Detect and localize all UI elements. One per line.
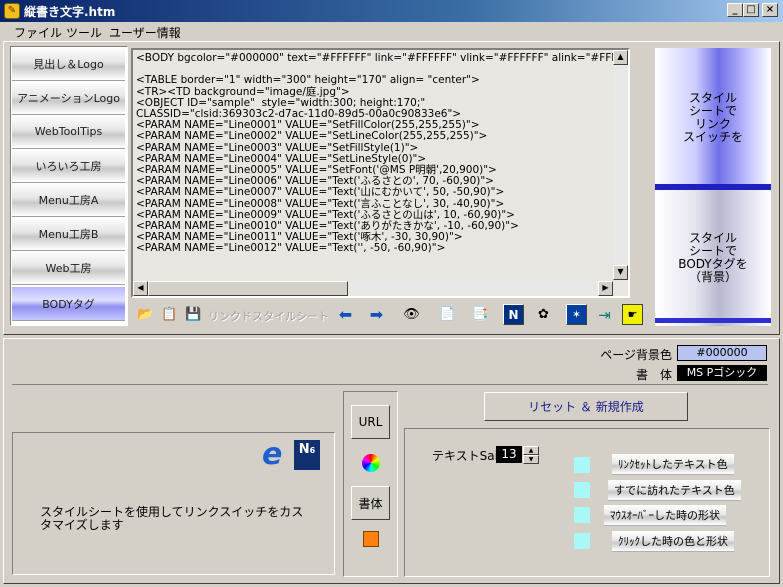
nav-item-body-tag[interactable]: BODYタグ <box>12 287 125 321</box>
active-style-swatch[interactable] <box>574 533 590 549</box>
text-size-value[interactable]: 13 <box>496 446 522 463</box>
linked-stylesheet-label: リンクドスタイルシート <box>208 310 329 323</box>
nav-item-web[interactable]: Web工房 <box>12 251 125 285</box>
nav-item-animation-logo[interactable]: アニメーションLogo <box>12 81 125 115</box>
app-icon: ✎ <box>4 3 20 19</box>
maximize-button[interactable]: □ <box>743 3 759 17</box>
open-folder-icon[interactable]: 📂 <box>135 304 156 325</box>
paste-icon[interactable]: 📋 <box>159 304 180 325</box>
code-text[interactable]: <BODY bgcolor="#000000" text="#FFFFFF" l… <box>136 52 628 255</box>
document-icon[interactable]: 📄 <box>437 304 458 325</box>
horizontal-scroll-thumb[interactable] <box>148 281 348 296</box>
scroll-left-button[interactable]: ◀ <box>133 281 148 296</box>
style-link-switch-button[interactable]: スタイル シートで リンク スイッチを <box>655 48 771 188</box>
nav-item-iroiro[interactable]: いろいろ工房 <box>12 149 125 183</box>
copy-icon[interactable]: 📑 <box>470 304 491 325</box>
hover-style-swatch[interactable] <box>574 507 590 523</box>
netscape-icon[interactable]: N <box>503 304 524 325</box>
code-line[interactable]: <PARAM NAME="Line0007" VALUE="Text('山にむか… <box>136 187 626 198</box>
code-line[interactable]: <BODY bgcolor="#000000" text="#FFFFFF" l… <box>136 52 628 64</box>
page-bg-value[interactable]: #000000 <box>677 345 767 361</box>
page-bg-label: ページ背景色 <box>600 348 672 362</box>
code-line[interactable]: <PARAM NAME="Line0012" VALUE="Text('', -… <box>136 243 626 254</box>
style-body-tag-button[interactable]: スタイル シートで BODYタグを （背景） <box>655 190 771 326</box>
orange-square-icon[interactable] <box>351 522 390 556</box>
save-icon[interactable]: 💾 <box>183 304 204 325</box>
nav-item-heading-logo[interactable]: 見出し＆Logo <box>12 47 125 81</box>
scroll-up-button[interactable]: ▲ <box>613 50 628 65</box>
color-tool-icon[interactable]: ✿ <box>533 304 554 325</box>
back-arrow-icon[interactable]: ⬅ <box>335 304 356 325</box>
description-text: スタイルシートを使用してリンクスイッチをカスタマイズします <box>40 505 304 532</box>
scroll-right-button[interactable]: ▶ <box>598 281 613 296</box>
hover-style-label[interactable]: ﾏｳｽｵｰﾊﾞｰした時の形状 <box>604 505 726 526</box>
text-size-up[interactable]: ▲ <box>523 446 539 455</box>
text-size-label: テキストSaiz <box>432 449 505 463</box>
hand-icon[interactable]: ☛ <box>622 304 643 325</box>
visited-color-swatch[interactable] <box>574 482 590 498</box>
button-underline <box>655 318 771 323</box>
reset-new-button[interactable]: リセット ＆ 新規作成 <box>484 392 688 421</box>
font-button[interactable]: 書体 <box>351 486 390 520</box>
text-size-down[interactable]: ▼ <box>523 455 539 464</box>
nav-item-webtooltips[interactable]: WebToolTips <box>12 115 125 149</box>
close-button[interactable]: × <box>762 3 778 17</box>
forward-arrow-icon[interactable]: ➡ <box>366 304 387 325</box>
active-style-label[interactable]: ｸﾘｯｸした時の色と形状 <box>612 531 734 552</box>
menu-tools[interactable]: ツール <box>66 24 102 41</box>
color-wheel-icon[interactable] <box>351 446 390 480</box>
menu-bar: ファイル ツール ユーザー情報 <box>0 22 783 40</box>
menu-file[interactable]: ファイル <box>14 24 62 41</box>
ie-icon: e <box>262 437 283 472</box>
nav-item-menu-b[interactable]: Menu工房B <box>12 217 125 251</box>
minimize-button[interactable]: _ <box>727 3 743 17</box>
title-bar[interactable]: ✎ 縦書き文字.htm _ □ × <box>0 0 783 22</box>
font-label: 書 体 <box>635 368 672 382</box>
divider <box>12 384 768 385</box>
code-line[interactable]: <TABLE border="1" width="300" height="17… <box>136 75 626 86</box>
visited-color-label[interactable]: すでに訪れたテキスト色 <box>608 480 741 501</box>
menu-user-info[interactable]: ユーザー情報 <box>109 24 181 41</box>
link-color-swatch[interactable] <box>574 457 590 473</box>
netscape6-icon: N6 <box>294 440 320 470</box>
scroll-down-button[interactable]: ▼ <box>613 265 628 280</box>
sparkle-icon[interactable]: ✶ <box>566 304 587 325</box>
code-editor[interactable]: <BODY bgcolor="#000000" text="#FFFFFF" l… <box>131 48 630 298</box>
preview-eye-icon[interactable]: 👁 <box>401 304 422 325</box>
link-color-label[interactable]: ﾘﾝｸｾｯﾄしたテキスト色 <box>612 454 734 475</box>
url-button[interactable]: URL <box>351 405 390 439</box>
nav-item-menu-a[interactable]: Menu工房A <box>12 183 125 217</box>
vertical-scrollbar[interactable] <box>613 50 628 280</box>
font-value[interactable]: MS Pゴシック <box>677 365 767 381</box>
window-title: 縦書き文字.htm <box>24 5 116 19</box>
exit-icon[interactable]: ⇥ <box>594 304 615 325</box>
active-indicator <box>655 184 771 190</box>
code-line[interactable]: <PARAM NAME="Line0002" VALUE="SetLineCol… <box>136 131 626 142</box>
